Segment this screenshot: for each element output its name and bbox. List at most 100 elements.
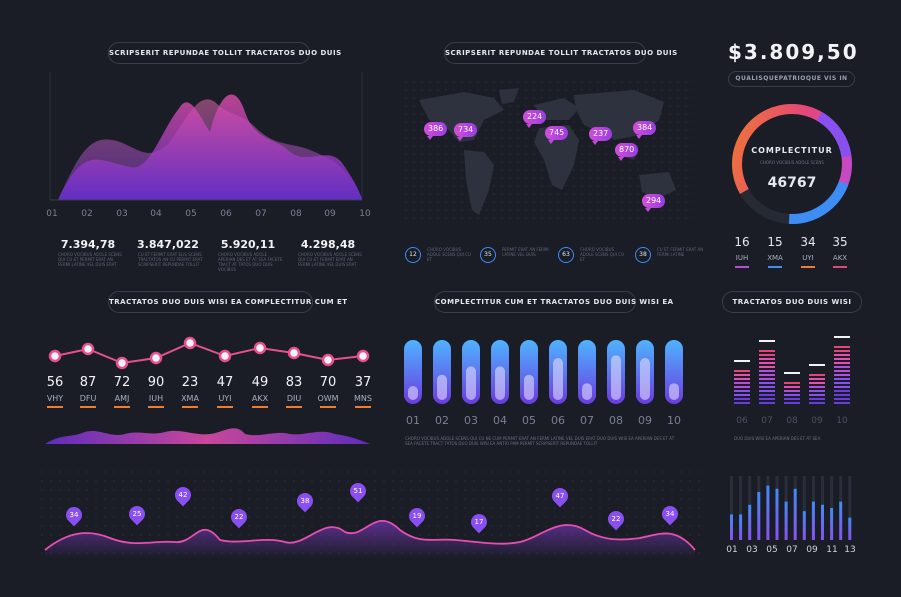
line-point — [356, 349, 370, 363]
eq-bar-segment — [834, 382, 850, 384]
area-stat-value: 3.847,022 — [137, 238, 199, 251]
bar-label: 05 — [522, 414, 536, 427]
wave-pin[interactable]: 22 — [604, 507, 628, 531]
map-value-badge[interactable]: 734 — [454, 123, 478, 141]
vbar — [748, 504, 752, 540]
wave-pin[interactable]: 22 — [227, 505, 251, 529]
map-legend-item: 12 CHORO VOCIBUS ADOLE SCENS QUI CU ET — [405, 247, 480, 263]
line-point — [183, 336, 197, 350]
line-underline — [114, 406, 130, 408]
eq-bar-peak — [784, 372, 800, 374]
bar-label: 06 — [551, 414, 565, 427]
pill-bar-fill — [640, 358, 650, 400]
wave-pin[interactable]: 47 — [548, 484, 572, 508]
eq-bar-segment — [834, 346, 850, 348]
line-underline — [47, 406, 63, 408]
eq-bar-segment — [759, 378, 775, 380]
pill-bar-fill — [611, 355, 621, 400]
pill-bar-fill — [495, 366, 505, 400]
legend-text: CHORO VOCIBUS ADOLE SCENS QUI CU ET — [580, 247, 624, 262]
eq-bar-segment — [734, 394, 750, 396]
line-point — [48, 349, 62, 363]
map-legend-item: 63 CHORO VOCIBUS ADOLE SCENS QUI CU ET — [558, 247, 633, 263]
line-label: MNS — [354, 394, 372, 403]
area-stat-value: 5.920,11 — [220, 238, 276, 251]
line-label: AMJ — [114, 394, 130, 403]
vbar-label: 07 — [786, 545, 798, 555]
map-value-badge[interactable]: 294 — [642, 194, 666, 212]
eq-bar-peak — [759, 340, 775, 342]
line-value: 56 — [46, 375, 64, 390]
vbar — [793, 488, 797, 540]
donut-stat-label: AKX — [832, 254, 848, 262]
line-label: DFU — [79, 394, 97, 403]
wave-pin[interactable]: 34 — [62, 503, 86, 527]
eq-label: 10 — [836, 416, 848, 426]
wave-pin-value: 17 — [474, 518, 484, 526]
map-value-badge[interactable]: 384 — [633, 121, 657, 139]
eq-bar-segment — [784, 390, 800, 392]
x-tick: 09 — [324, 209, 336, 219]
line-series — [54, 341, 364, 365]
eq-label: 06 — [736, 416, 748, 426]
eq-bar-segment — [834, 354, 850, 356]
eq-bar-chart — [734, 336, 850, 404]
eq-bar-segment — [809, 402, 825, 404]
line-chart-title: TRACTATOS DUO DUIS WISI EA COMPLECTITUR … — [108, 291, 347, 313]
bar-label: 04 — [493, 414, 507, 427]
line-point — [149, 351, 163, 365]
line-underline — [320, 406, 336, 408]
vbar-label: 03 — [746, 545, 758, 555]
eq-bar-segment — [734, 374, 750, 376]
line-label: XMA — [181, 394, 199, 403]
line-value: 37 — [354, 375, 372, 390]
wave-pin[interactable]: 19 — [405, 504, 429, 528]
eq-bar-segment — [834, 374, 850, 376]
eq-bar-segment — [759, 394, 775, 396]
line-label: DIU — [286, 394, 302, 403]
pill-bars-note: CHORO VOCIBUS ADOLE SCENS QUI CU NE CUM … — [405, 436, 675, 446]
wave-pin[interactable]: 51 — [346, 479, 370, 503]
wave-pin[interactable]: 17 — [467, 510, 491, 534]
line-value: 49 — [251, 375, 269, 390]
eq-bar-segment — [759, 398, 775, 400]
map-legend-item: 38 CU ET FERMIT ERAT AN FERMI LATINE — [635, 247, 710, 263]
eq-bar-segment — [759, 374, 775, 376]
line-point — [253, 341, 267, 355]
donut-stat-underline — [735, 266, 749, 268]
line-point — [218, 349, 232, 363]
donut-center-desc: CHORO VOCIBUS ADOLE SCENS — [760, 160, 824, 165]
eq-bar-segment — [834, 402, 850, 404]
wave-pin[interactable]: 42 — [171, 483, 195, 507]
vbar-label: 09 — [806, 545, 818, 555]
eq-bar-segment — [784, 402, 800, 404]
map-value-badge[interactable]: 745 — [545, 126, 569, 144]
eq-bar-segment — [784, 386, 800, 388]
map-value-badge[interactable]: 237 — [589, 127, 613, 145]
wave-pin[interactable]: 25 — [125, 502, 149, 526]
eq-bar-segment — [734, 382, 750, 384]
map-value-badge[interactable]: 224 — [523, 110, 547, 128]
area-stat-value: 4.298,48 — [300, 238, 356, 251]
line-point — [115, 356, 129, 370]
line-value: 70 — [319, 375, 337, 390]
map-value-badge[interactable]: 870 — [615, 143, 639, 161]
vbar — [784, 501, 788, 540]
wave-pin-value: 47 — [555, 492, 565, 500]
eq-bar-segment — [834, 378, 850, 380]
donut-stat-underline — [801, 266, 815, 268]
eq-bar-segment — [784, 398, 800, 400]
donut-center-value: 46767 — [767, 175, 817, 191]
eq-bar-segment — [759, 370, 775, 372]
line-underline — [252, 406, 268, 408]
eq-bar-segment — [834, 366, 850, 368]
map-value-badge[interactable]: 386 — [424, 122, 448, 140]
area-chart — [49, 72, 363, 201]
eq-bar-segment — [759, 350, 775, 352]
eq-bar-segment — [759, 362, 775, 364]
wave-pin[interactable]: 34 — [658, 502, 682, 526]
line-underline — [286, 406, 302, 408]
area-stat-desc: CU ET FERMIT ERAT ELIS SCENS TRACTATOS A… — [138, 252, 203, 267]
wave-pin[interactable]: 38 — [293, 489, 317, 513]
eq-bar-segment — [809, 386, 825, 388]
